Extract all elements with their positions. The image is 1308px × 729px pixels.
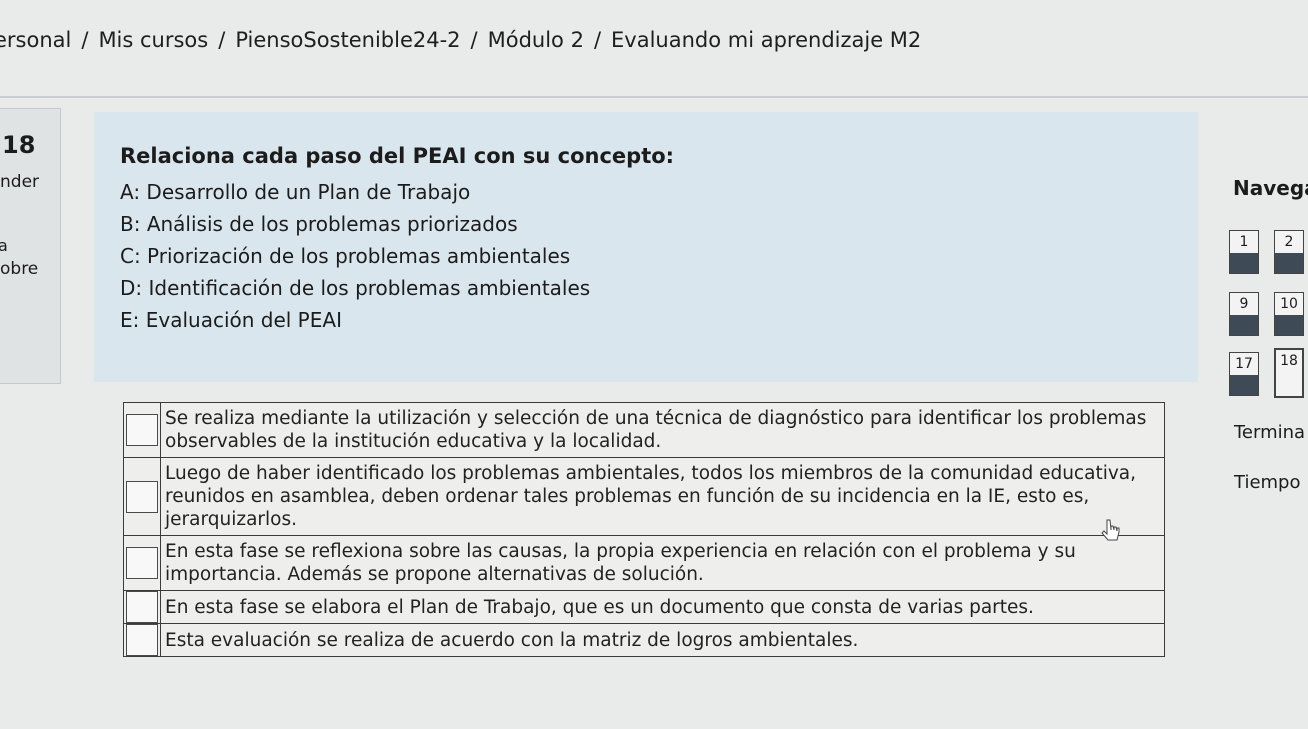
breadcrumb-separator: / (593, 28, 602, 52)
table-row: En esta fase se elabora el Plan de Traba… (123, 590, 1165, 624)
answered-indicator (1275, 253, 1303, 273)
table-row: Luego de haber identificado los problema… (123, 457, 1165, 536)
row-description: En esta fase se elabora el Plan de Traba… (160, 590, 1165, 624)
breadcrumb: ersonal / Mis cursos / PiensoSostenible24-2 /… (0, 28, 921, 64)
question-number: 18 (2, 131, 36, 159)
breadcrumb-separator: / (81, 28, 89, 52)
nav-button-2[interactable]: 2 (1274, 230, 1304, 274)
finish-attempt-link[interactable]: Termina (1234, 422, 1305, 443)
nav-button-10[interactable]: 10 (1274, 292, 1304, 336)
row-description: Se realiza mediante la utilización y sel… (160, 402, 1165, 458)
row-description: Esta evaluación se realiza de acuerdo co… (160, 623, 1165, 657)
breadcrumb-item-course[interactable]: PiensoSostenible24-2 (235, 28, 460, 52)
answered-indicator (1230, 315, 1258, 335)
nav-button-label: 18 (1280, 353, 1298, 369)
quiz-navigation-title: Navega (1233, 176, 1308, 200)
nav-button-label: 17 (1235, 356, 1253, 372)
answer-cell (123, 402, 161, 458)
question-title: Relaciona cada paso del PEAI con su conc… (120, 144, 675, 168)
row-description: En esta fase se reflexiona sobre las cau… (160, 535, 1165, 591)
breadcrumb-item-quiz[interactable]: Evaluando mi aprendizaje M2 (611, 28, 921, 52)
nav-button-label: 2 (1284, 234, 1294, 250)
table-row: Se realiza mediante la utilización y sel… (123, 402, 1165, 458)
answered-indicator (1230, 253, 1258, 273)
nav-button-17[interactable]: 17 (1229, 352, 1259, 396)
question-score-text: obre (0, 259, 39, 279)
answered-indicator (1230, 375, 1258, 395)
question-info-panel: 18 nder a obre (0, 108, 61, 384)
table-row: En esta fase se reflexiona sobre las cau… (123, 535, 1165, 591)
answered-indicator (1275, 315, 1303, 335)
answer-cell (123, 590, 161, 624)
nav-button-18[interactable]: 18 (1274, 348, 1304, 398)
answer-select[interactable] (126, 624, 158, 656)
breadcrumb-separator: / (218, 28, 226, 52)
concept-option: C: Priorización de los problemas ambient… (120, 244, 571, 268)
nav-button-label: 9 (1239, 296, 1249, 312)
question-text-panel: Relaciona cada paso del PEAI con su conc… (94, 112, 1198, 382)
answer-select[interactable] (126, 480, 158, 513)
current-indicator (1276, 372, 1302, 392)
matching-table: Se realiza mediante la utilización y sel… (123, 402, 1165, 657)
breadcrumb-item-module[interactable]: Módulo 2 (488, 28, 584, 52)
breadcrumb-separator: / (470, 28, 478, 52)
time-label: Tiempo (1234, 472, 1301, 493)
concept-options-list: A: Desarrollo de un Plan de Trabajo B: A… (120, 176, 590, 336)
concept-option: A: Desarrollo de un Plan de Trabajo (120, 180, 471, 204)
mouse-pointer-icon (1101, 519, 1120, 541)
breadcrumb-item-personal[interactable]: ersonal (0, 28, 71, 52)
nav-button-9[interactable]: 9 (1229, 292, 1259, 336)
nav-button-label: 1 (1239, 234, 1249, 250)
concept-option: B: Análisis de los problemas priorizados (120, 212, 518, 236)
question-grade-text: a (0, 236, 8, 255)
nav-button-label: 10 (1280, 296, 1298, 312)
nav-button-1[interactable]: 1 (1229, 230, 1259, 274)
answer-select[interactable] (126, 591, 158, 623)
concept-option: E: Evaluación del PEAI (120, 308, 342, 332)
table-row: Esta evaluación se realiza de acuerdo co… (123, 623, 1165, 657)
answer-cell (123, 535, 161, 591)
answer-select[interactable] (126, 547, 158, 579)
breadcrumb-item-mis-cursos[interactable]: Mis cursos (98, 28, 208, 52)
question-status-text: nder (0, 172, 40, 192)
answer-cell (123, 623, 161, 657)
row-description: Luego de haber identificado los problema… (160, 457, 1165, 536)
answer-select[interactable] (126, 414, 158, 446)
answer-cell (123, 457, 161, 536)
header-divider (0, 96, 1308, 98)
concept-option: D: Identificación de los problemas ambie… (120, 276, 591, 300)
